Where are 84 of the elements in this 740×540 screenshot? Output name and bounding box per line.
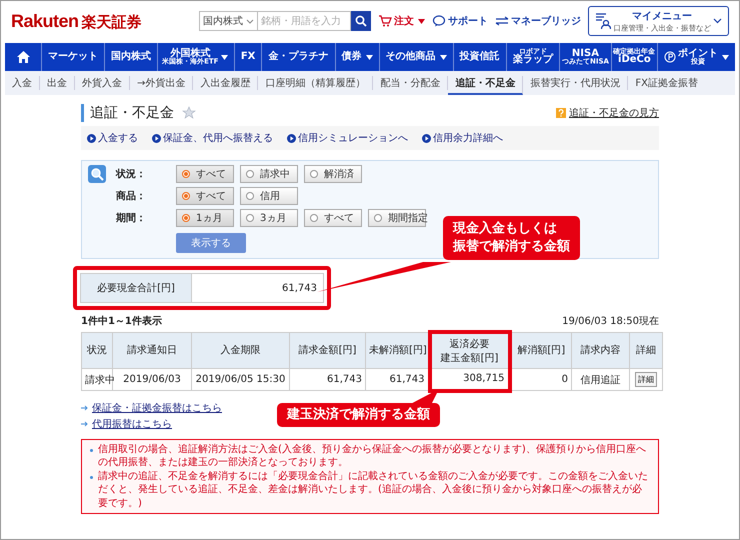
radio-option[interactable]: すべて bbox=[176, 165, 234, 183]
table-cell: 61,743 bbox=[290, 368, 366, 390]
column-header: 返済必要 bbox=[448, 338, 490, 351]
table-cell: 2019/06/05 15:30 bbox=[192, 368, 290, 390]
quick-link[interactable]: 保証金、代用へ振替える bbox=[152, 131, 273, 145]
radio-option[interactable]: 期間指定 bbox=[368, 209, 426, 227]
radio-option[interactable]: 3ヵ月 bbox=[240, 209, 298, 227]
bullet-icon bbox=[90, 476, 93, 478]
play-circle-icon bbox=[287, 134, 296, 142]
play-circle-icon bbox=[87, 134, 96, 142]
table-cell: 2019/06/03 bbox=[112, 368, 192, 390]
page-title: 追証・不足金 bbox=[81, 104, 174, 122]
logo[interactable]: Rakuten 楽天証券 bbox=[11, 10, 142, 32]
subnav-tab[interactable]: 入出金履歴 bbox=[193, 76, 258, 90]
radio-option[interactable]: すべて bbox=[304, 209, 362, 227]
subnav-tab[interactable]: 追証・不足金 bbox=[448, 76, 524, 95]
column-header: 建玉金額[円] bbox=[440, 352, 500, 365]
quick-link[interactable]: 入金する bbox=[87, 131, 138, 145]
search-icon bbox=[88, 165, 106, 183]
cart-icon bbox=[378, 15, 392, 27]
header-link[interactable]: マネーブリッジ bbox=[495, 14, 581, 28]
text-link[interactable]: 保証金・証拠金振替はこちら bbox=[81, 400, 222, 414]
subnav-tab[interactable]: 外貨入金 bbox=[75, 76, 130, 90]
user-list-icon bbox=[595, 12, 611, 30]
search-button[interactable] bbox=[351, 11, 371, 31]
column-header: 請求金額[円] bbox=[298, 344, 358, 358]
bullet-icon bbox=[90, 448, 93, 452]
column-header: 解消額[円] bbox=[516, 344, 566, 358]
note-text: 信用取引の場合、追証解消方法はご入金(入金後、預り金から保証金への振替が必要となります)、保護預りから信用口座への代用振替、または建玉の一部決済となっております。 bbox=[98, 442, 647, 470]
star-icon[interactable] bbox=[182, 106, 196, 120]
search-icon bbox=[355, 15, 367, 27]
note-text: 請求中の追証、不足金を解消するには「必要現金合計」に記載されている金額のご入金が必要です。この金額をご入金いただくと、発生している追証、不足金、差金は解消いたします。(追証の場合、入金後に預り金から対象口座への振替えが必要です。) bbox=[98, 470, 649, 510]
point-coin-icon bbox=[664, 51, 676, 63]
quick-link[interactable]: 信用余力詳細へ bbox=[422, 131, 503, 145]
home-icon bbox=[16, 51, 30, 63]
arrow-icon bbox=[81, 404, 89, 410]
column-header: 状況 bbox=[86, 344, 108, 358]
table-cell: 信用追証 bbox=[572, 368, 630, 390]
result-count: 1件中1～1件表示 bbox=[81, 314, 162, 328]
column-header: 詳細 bbox=[635, 344, 657, 358]
radio-option[interactable]: 請求中 bbox=[240, 165, 298, 183]
header-link[interactable]: 注文 bbox=[378, 14, 425, 28]
subnav-tab[interactable]: 出金 bbox=[40, 76, 75, 90]
help-link[interactable]: 追証・不足金の見方 bbox=[569, 106, 659, 120]
speech-bubble-icon bbox=[432, 15, 446, 27]
column-header: 未解消額[円] bbox=[369, 344, 424, 358]
timestamp: 19/06/03 18:50現在 bbox=[562, 315, 659, 328]
subnav-tab[interactable]: 配当・分配金 bbox=[373, 76, 448, 90]
radio-option[interactable]: すべて bbox=[176, 187, 234, 205]
subnav-tab[interactable]: FX証拠金振替 bbox=[628, 76, 705, 90]
chevron-down-icon bbox=[246, 18, 254, 24]
transfer-icon bbox=[495, 15, 509, 27]
chevron-down-icon bbox=[713, 18, 722, 24]
filter-label: 状況： bbox=[116, 168, 147, 181]
table-cell: 請求中 bbox=[82, 368, 112, 390]
help-icon bbox=[556, 108, 566, 118]
callout-text: 現金入金もしくは bbox=[453, 220, 558, 238]
filter-label: 期間： bbox=[116, 212, 147, 225]
text-link[interactable]: 代用振替はこちら bbox=[81, 416, 172, 430]
search-field[interactable]: 銘柄・用語を入力 bbox=[258, 11, 351, 31]
play-circle-icon bbox=[422, 134, 431, 142]
subnav-tab[interactable]: →外貨出金 bbox=[130, 76, 194, 90]
subnav-tab[interactable]: 振替実行・代用状況 bbox=[523, 76, 628, 90]
quick-link[interactable]: 信用シミュレーションへ bbox=[287, 131, 408, 145]
play-circle-icon bbox=[152, 134, 161, 142]
filter-label: 商品： bbox=[116, 189, 147, 203]
radio-option[interactable]: 1ヵ月 bbox=[176, 209, 234, 227]
summary-value: 61,743 bbox=[281, 282, 318, 296]
subnav-tab[interactable]: 口座明細（精算履歴） bbox=[258, 76, 374, 90]
column-header: 請求内容 bbox=[580, 344, 622, 358]
category-select[interactable]: 国内株式 bbox=[199, 11, 258, 31]
table-cell: 308,715 bbox=[430, 368, 510, 390]
table-cell: 0 bbox=[510, 368, 572, 390]
callout-text: 建玉決済で解消する金額 bbox=[287, 406, 430, 424]
callout-text: 振替で解消する金額 bbox=[453, 238, 570, 256]
column-header: 請求通知日 bbox=[126, 344, 178, 358]
arrow-icon bbox=[81, 420, 89, 426]
summary-label: 必要現金合計[円] bbox=[81, 274, 192, 302]
detail-button[interactable]: 詳細 bbox=[635, 372, 657, 387]
column-header: 入金期限 bbox=[220, 344, 262, 358]
radio-option[interactable]: 信用 bbox=[240, 187, 298, 205]
subnav-tab[interactable]: 入金 bbox=[5, 76, 40, 90]
radio-option[interactable]: 解消済 bbox=[304, 165, 362, 183]
header-link[interactable]: サポート bbox=[432, 14, 488, 28]
